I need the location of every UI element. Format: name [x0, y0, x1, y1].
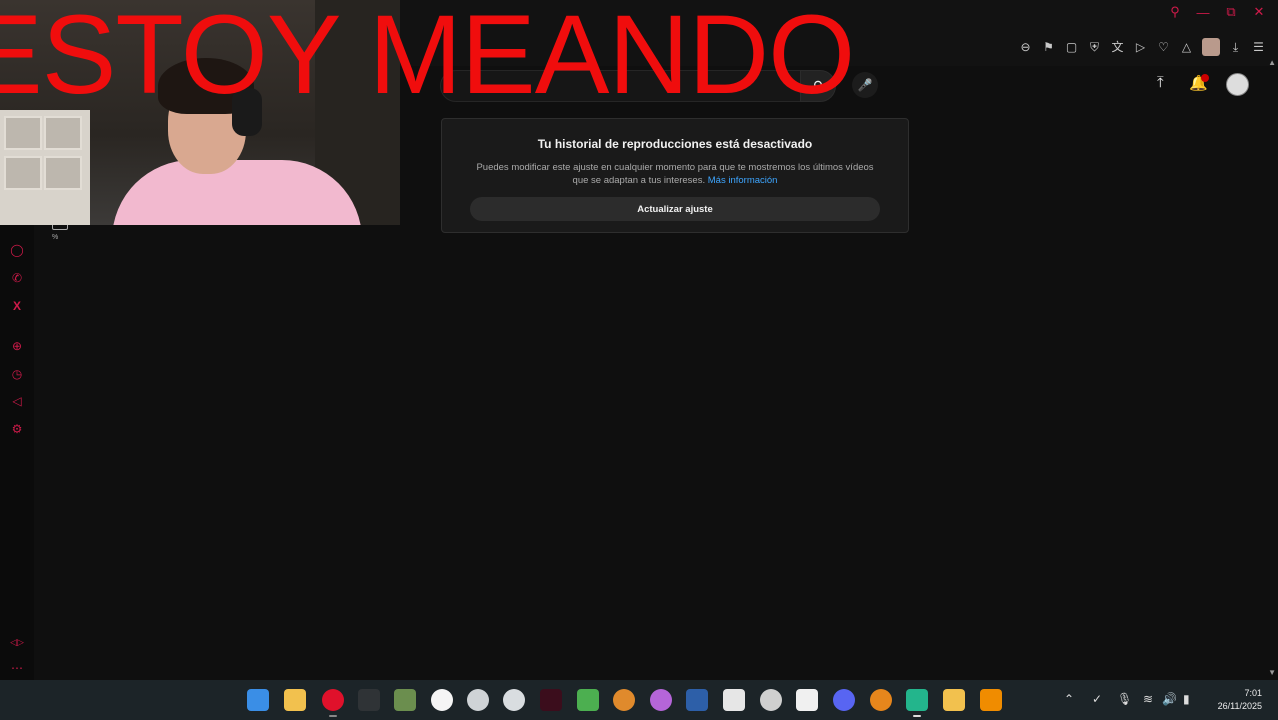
clock-date: 26/11/2025 [1217, 701, 1262, 711]
scroll-down-arrow[interactable]: ▼ [1268, 668, 1276, 677]
taskbar [0, 680, 1278, 720]
history-icon[interactable]: ◷ [9, 366, 25, 382]
whatsapp-icon[interactable]: ✆ [9, 270, 25, 286]
shield-icon[interactable]: ⛨ [1087, 40, 1102, 55]
translate-icon[interactable]: 文 [1110, 40, 1125, 55]
chevron-up-icon[interactable]: ⌃ [1064, 692, 1074, 706]
vegas-icon[interactable] [943, 689, 965, 711]
profile-avatar[interactable] [1202, 38, 1220, 56]
card-description-text: Puedes modificar este ajuste en cualquie… [476, 162, 874, 186]
notification-badge [1201, 74, 1209, 82]
watch-history-disabled-card: Tu historial de reproducciones está desa… [441, 118, 909, 233]
system-clock[interactable]: 7:01 26/11/2025 [1218, 687, 1262, 713]
download-icon[interactable]: ⤓ [1228, 40, 1243, 55]
mic-icon: 🎤 [857, 78, 873, 92]
windows-start-icon[interactable] [247, 689, 269, 711]
more-icon[interactable]: ⋯ [9, 660, 25, 676]
update-setting-button[interactable]: Actualizar ajuste [470, 197, 880, 221]
opera-icon[interactable] [322, 689, 344, 711]
app-icon[interactable] [723, 689, 745, 711]
minimize-icon[interactable]: — [1196, 5, 1210, 20]
snapshot-icon[interactable]: ▢ [1064, 40, 1079, 55]
capcut-icon[interactable] [540, 689, 562, 711]
close-icon[interactable]: ✕ [1252, 4, 1266, 20]
upload-icon[interactable]: ⤒ [1157, 74, 1164, 91]
settings-icon[interactable]: ⚙ [9, 421, 25, 437]
wifi-icon[interactable]: ≋ [1143, 692, 1153, 706]
more-info-link[interactable]: Más información [708, 175, 778, 186]
active-indicator [329, 715, 337, 717]
messenger-icon[interactable]: ◯ [9, 242, 25, 258]
app-icon[interactable] [906, 689, 928, 711]
voice-search-button[interactable]: 🎤 [852, 72, 878, 98]
burger-icon[interactable] [870, 689, 892, 711]
zoom-out-icon[interactable]: ⊖ [1018, 40, 1033, 55]
vlc-icon[interactable] [980, 689, 1002, 711]
card-description: Puedes modificar este ajuste en cualquie… [468, 161, 882, 187]
ccleaner-icon[interactable] [431, 689, 453, 711]
sidebar-toggle-icon[interactable]: ◁▷ [9, 634, 25, 650]
window-controls: ⚲ — ⧉ ✕ [1168, 4, 1266, 20]
play-icon[interactable]: ▷ [1133, 40, 1148, 55]
extensions-icon[interactable]: △ [1179, 40, 1194, 55]
active-indicator [913, 715, 921, 717]
heart-icon[interactable]: ♡ [1156, 40, 1171, 55]
minecraft-icon[interactable] [577, 689, 599, 711]
shelf [0, 110, 90, 225]
capcut-icon[interactable] [796, 689, 818, 711]
volume-icon[interactable]: 🔊 [1162, 692, 1177, 706]
tray-app-icon[interactable]: ✓ [1092, 692, 1102, 706]
sidebar-small-label: % [52, 234, 59, 241]
stream-overlay-text: ESTOY MEANDO [0, 0, 855, 117]
davinci-icon[interactable] [686, 689, 708, 711]
restore-icon[interactable]: ⧉ [1224, 4, 1238, 20]
microphone-icon[interactable]: 🎙 [1117, 692, 1132, 706]
x-icon[interactable]: X [9, 298, 25, 314]
settings-icon[interactable] [613, 689, 635, 711]
browser-extension-bar: ⊖ ⚑ ▢ ⛨ 文 ▷ ♡ △ ⤓ ☰ [1018, 38, 1266, 56]
scroll-up-arrow[interactable]: ▲ [1268, 58, 1276, 67]
battery-icon[interactable]: ▮ [1183, 692, 1190, 706]
avatar[interactable] [1226, 73, 1249, 96]
github-icon[interactable] [760, 689, 782, 711]
color-app-icon[interactable] [650, 689, 672, 711]
search-icon[interactable]: ⚲ [1168, 4, 1182, 20]
clock-time: 7:01 [1244, 688, 1262, 698]
pin-icon[interactable]: ⚑ [1041, 40, 1056, 55]
obs-icon[interactable] [467, 689, 489, 711]
discord-icon[interactable] [833, 689, 855, 711]
extensions-sidebar-icon[interactable]: ◁ [9, 393, 25, 409]
file-explorer-icon[interactable] [284, 689, 306, 711]
menu-icon[interactable]: ☰ [1251, 40, 1266, 55]
steam-icon[interactable] [503, 689, 525, 711]
card-title: Tu historial de reproducciones está desa… [537, 137, 813, 151]
calculator-icon[interactable] [394, 689, 416, 711]
app-icon[interactable] [358, 689, 380, 711]
add-icon[interactable]: ⊕ [9, 338, 25, 354]
